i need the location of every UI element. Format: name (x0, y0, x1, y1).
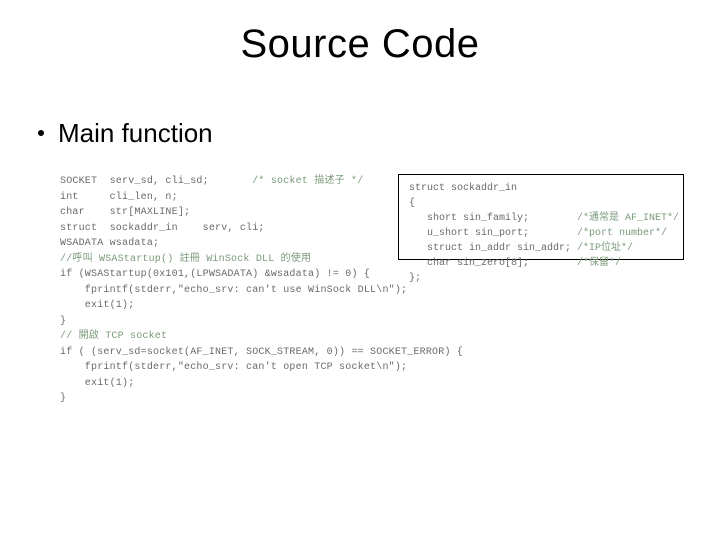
code-line: struct sockaddr_in (409, 181, 675, 196)
code-line: exit(1); (60, 298, 530, 314)
code-line: exit(1); (60, 376, 530, 392)
code-block-struct-box: struct sockaddr_in{ short sin_family; /*… (398, 174, 684, 260)
code-line: } (60, 391, 530, 407)
bullet-dot-icon (38, 130, 44, 136)
bullet-text: Main function (58, 118, 213, 148)
code-line: // 開啟 TCP socket (60, 329, 530, 345)
slide-title: Source Code (0, 22, 720, 67)
slide: Source Code Main function SOCKET serv_sd… (0, 0, 720, 540)
code-line: }; (409, 271, 675, 286)
code-line: char sin_zero[8]; /*保留*/ (409, 256, 675, 271)
code-line: if ( (serv_sd=socket(AF_INET, SOCK_STREA… (60, 345, 530, 361)
code-line: short sin_family; /*通常是 AF_INET*/ (409, 211, 675, 226)
code-line: u_short sin_port; /*port number*/ (409, 226, 675, 241)
bullet-main-function: Main function (38, 118, 213, 149)
code-line: } (60, 314, 530, 330)
code-line: struct in_addr sin_addr; /*IP位址*/ (409, 241, 675, 256)
code-line: { (409, 196, 675, 211)
code-line: fprintf(stderr,"echo_srv: can't open TCP… (60, 360, 530, 376)
